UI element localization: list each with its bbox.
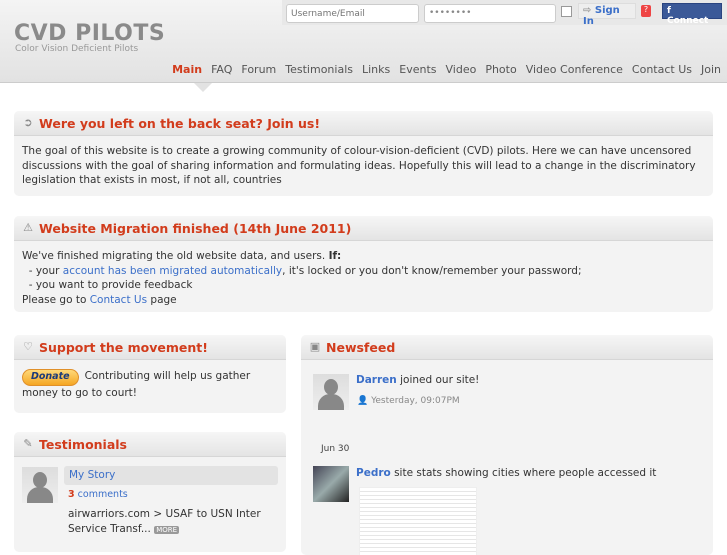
monitor-icon: ▣ (309, 340, 321, 353)
testimonials-title: Testimonials (39, 436, 128, 452)
nav-join[interactable]: Join (701, 63, 721, 76)
testimonial-avatar (22, 467, 58, 503)
darren-avatar (313, 374, 349, 410)
nav-video[interactable]: Video (446, 63, 477, 76)
pedro-avatar (313, 466, 349, 502)
feed-item: Pedro site stats showing cities where pe… (356, 467, 656, 479)
feed-date: Jun 30 (321, 444, 350, 454)
site-logo[interactable]: CVD PILOTS (14, 21, 165, 46)
support-panel: ♡ Support the movement! Donate Contributin… (14, 335, 286, 413)
nav-events[interactable]: Events (399, 63, 436, 76)
nav-video-conference[interactable]: Video Conference (526, 63, 623, 76)
nav-faq[interactable]: FAQ (211, 63, 232, 76)
arrow-circle-icon: ➲ (23, 116, 33, 129)
help-icon[interactable]: ? (641, 5, 651, 17)
feed-item: Darren joined our site! (356, 374, 479, 386)
testimonials-panel: ✎ Testimonials My Story 3 comments airwar… (14, 432, 286, 552)
support-title: Support the movement! (39, 339, 208, 355)
pencil-icon: ✎ (23, 437, 33, 450)
sign-in-button[interactable]: ⇨ Sign In (578, 3, 636, 27)
feed-user-link[interactable]: Pedro (356, 467, 391, 479)
nav-testimonials[interactable]: Testimonials (285, 63, 353, 76)
welcome-text: The goal of this website is to create a … (22, 145, 696, 186)
password-input[interactable]: •••••••• (424, 4, 556, 23)
facebook-connect-label: Connect (667, 16, 709, 26)
donate-button[interactable]: Donate (22, 369, 79, 386)
migration-line1: We've finished migrating the old website… (22, 250, 326, 262)
migration-l4a: Please go to (22, 293, 90, 306)
nav-main[interactable]: Main (172, 63, 202, 76)
heart-icon: ♡ (23, 340, 33, 353)
nav-contact-us[interactable]: Contact Us (632, 63, 692, 76)
migration-l4b: page (147, 293, 177, 306)
user-icon: 👤 (357, 396, 369, 406)
remember-checkbox[interactable] (561, 6, 572, 17)
active-nav-indicator (194, 83, 212, 92)
welcome-title: Were you left on the back seat? Join us! (39, 115, 321, 131)
nav-links[interactable]: Links (362, 63, 390, 76)
facebook-connect-button[interactable]: f Connect (662, 3, 722, 26)
migration-l2a: - your (28, 264, 63, 277)
arrow-right-icon: ⇨ (583, 5, 592, 16)
feed-text: joined our site! (400, 374, 480, 386)
more-button[interactable]: MORE (154, 525, 180, 534)
comments-label[interactable]: comments (78, 489, 128, 500)
nav-photo[interactable]: Photo (485, 63, 516, 76)
comments-count: 3 (68, 489, 75, 500)
contact-us-link[interactable]: Contact Us (90, 294, 147, 306)
testimonial-title[interactable]: My Story (69, 469, 115, 481)
newsfeed-title: Newsfeed (326, 339, 396, 355)
migration-l2b: , it's locked or you don't know/remember… (282, 264, 582, 277)
migration-if: If: (328, 250, 342, 262)
migration-panel: ⚠ Website Migration finished (14th June 2… (14, 216, 713, 312)
welcome-panel: ➲ Were you left on the back seat? Join us… (14, 111, 713, 196)
testimonial-title-link[interactable]: My Story (64, 466, 278, 485)
feed-time: Yesterday, 09:07PM (371, 396, 460, 406)
username-input[interactable] (286, 4, 419, 23)
account-migrated-link[interactable]: account has been migrated automatically (63, 265, 282, 277)
facebook-icon: f (667, 6, 671, 16)
site-header: CVD PILOTS Color Vision Deficient Pilots… (0, 0, 727, 83)
warning-icon: ⚠ (23, 221, 33, 234)
migration-title: Website Migration finished (14th June 20… (39, 220, 352, 236)
site-tagline: Color Vision Deficient Pilots (15, 44, 139, 54)
nav-forum[interactable]: Forum (241, 63, 276, 76)
migration-l3: - you want to provide feedback (28, 279, 193, 291)
comments-link[interactable]: 3 comments (68, 489, 128, 500)
feed-user-link[interactable]: Darren (356, 374, 397, 386)
main-nav: Main FAQ Forum Testimonials Links Events… (172, 63, 721, 76)
feed-text: site stats showing cities where people a… (394, 467, 657, 479)
newsfeed-panel: ▣ Newsfeed Darren joined our site! 👤 Yest… (301, 335, 713, 555)
